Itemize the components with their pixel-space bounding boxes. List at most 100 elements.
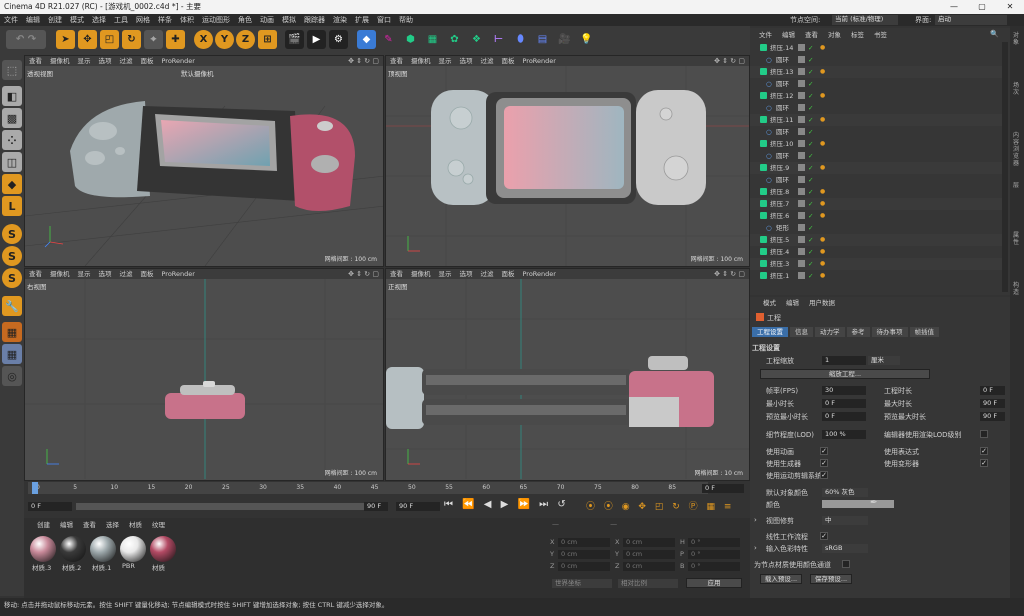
object-row[interactable]: 挤压.11 ✓ ● (750, 114, 1002, 126)
coord-field[interactable]: 0 ° (688, 550, 740, 559)
enabled-check-icon[interactable]: ✓ (808, 198, 813, 210)
maximize-button[interactable]: ▢ (968, 0, 996, 14)
coord-field[interactable]: 0 cm (623, 550, 675, 559)
pen-icon[interactable]: ✎ (379, 30, 398, 49)
model-mode-icon[interactable]: ◧ (2, 86, 22, 106)
grid-icon[interactable]: ◎ (2, 366, 22, 386)
coord-field[interactable]: 0 cm (623, 562, 675, 571)
coord-field[interactable]: 0 cm (558, 538, 610, 547)
timeline[interactable]: 051015202530354045505560657075808590 0 F… (24, 482, 748, 516)
lod-field[interactable]: 100 % (822, 430, 866, 439)
scale-icon[interactable]: ◰ (100, 30, 119, 49)
viewport-menu-item[interactable]: 摄像机 (407, 269, 435, 279)
menu-item[interactable]: 帮助 (395, 14, 417, 26)
playhead[interactable] (32, 482, 38, 494)
visibility-toggle-icon[interactable] (798, 164, 805, 171)
object-menu-item[interactable]: 对象 (823, 30, 846, 40)
coord-field[interactable]: 0 cm (558, 562, 610, 571)
attribute-tab[interactable]: 工程设置 (752, 327, 788, 337)
node-material-checkbox[interactable] (842, 560, 850, 568)
material-menu-item[interactable]: 编辑 (55, 520, 78, 530)
field-icon[interactable]: ⬮ (511, 30, 530, 49)
enabled-check-icon[interactable]: ✓ (808, 258, 813, 270)
enabled-check-icon[interactable]: ✓ (808, 114, 813, 126)
viewport-front[interactable]: 查看 摄像机 显示 选项 过滤 面板 ProRender ✥ ⇕ ↻ ▢ 正视图 网格间距 … (385, 268, 750, 481)
snap-settings-icon[interactable]: S (2, 246, 22, 266)
range-end-field[interactable]: 90 F (364, 502, 388, 511)
menu-item[interactable]: 窗口 (373, 14, 395, 26)
sidebar-tab[interactable]: 属性 (1013, 232, 1021, 246)
material-menu-item[interactable]: 创建 (32, 520, 55, 530)
menu-item[interactable]: 运动图形 (198, 14, 234, 26)
viewport-menu-item[interactable]: 面板 (498, 269, 519, 279)
tag-icon[interactable]: ● (820, 258, 825, 270)
tag-icon[interactable]: ● (820, 198, 825, 210)
viewport-menu-item[interactable]: 摄像机 (407, 56, 435, 66)
keyframe-tools[interactable]: ⦿ ⦿ ◉ ✥ ◰ ↻ Ⓟ ▦ ≡ (586, 499, 734, 512)
max-time-field[interactable]: 90 F (980, 399, 1005, 408)
node-space-select[interactable]: 当前 (标准/物理) (832, 15, 898, 25)
tag-icon[interactable]: ● (820, 210, 825, 222)
material-swatch[interactable] (30, 536, 56, 562)
workplane-icon[interactable]: ▦ (2, 322, 22, 342)
object-child-row[interactable]: ○ 圆环 ✓ (750, 174, 1002, 186)
menu-item[interactable]: 渲染 (329, 14, 351, 26)
object-child-row[interactable]: ○ 圆环 ✓ (750, 54, 1002, 66)
visibility-toggle-icon[interactable] (798, 128, 805, 135)
rotate-icon[interactable]: ↻ (122, 30, 141, 49)
coord-field[interactable]: 0 ° (688, 562, 740, 571)
visibility-toggle-icon[interactable] (798, 188, 805, 195)
viewport-menu-item[interactable]: 查看 (25, 56, 46, 66)
viewport-menu-item[interactable]: 面板 (498, 56, 519, 66)
viewport-menu-item[interactable]: 过滤 (116, 56, 137, 66)
fracture-icon[interactable]: ✿ (445, 30, 464, 49)
bend-deformer-icon[interactable]: ⊢ (489, 30, 508, 49)
tag-icon[interactable]: ● (820, 90, 825, 102)
object-menu-item[interactable]: 书签 (869, 30, 892, 40)
menu-item[interactable]: 模式 (66, 14, 88, 26)
use-expressions-checkbox[interactable]: ✓ (980, 447, 988, 455)
menu-item[interactable]: 模拟 (278, 14, 300, 26)
visibility-toggle-icon[interactable] (798, 92, 805, 99)
enabled-check-icon[interactable]: ✓ (808, 222, 813, 234)
enabled-check-icon[interactable]: ✓ (808, 90, 813, 102)
axis-mode-icon[interactable]: L (2, 196, 22, 216)
object-child-row[interactable]: ○ 圆环 ✓ (750, 126, 1002, 138)
visibility-toggle-icon[interactable] (798, 212, 805, 219)
enabled-check-icon[interactable]: ✓ (808, 174, 813, 186)
object-row[interactable]: 挤压.14 ✓ ● (750, 42, 1002, 54)
menu-item[interactable]: 工具 (110, 14, 132, 26)
viewport-menu-item[interactable]: 显示 (435, 56, 456, 66)
viewport-menu-item[interactable]: 摄像机 (46, 56, 74, 66)
scale-field[interactable]: 1 (822, 356, 866, 365)
enabled-check-icon[interactable]: ✓ (808, 66, 813, 78)
tag-icon[interactable]: ● (820, 114, 825, 126)
visibility-toggle-icon[interactable] (798, 80, 805, 87)
cube-icon[interactable]: ◆ (357, 30, 376, 49)
attribute-tab[interactable]: 帧插值 (909, 327, 939, 337)
frame-range-slider[interactable] (76, 503, 386, 510)
attribute-tab[interactable]: 待办事项 (871, 327, 908, 337)
start-frame-field[interactable]: 0 F (28, 502, 72, 511)
object-scrollbar[interactable] (1002, 42, 1008, 292)
viewport-menu-item[interactable]: 面板 (137, 56, 158, 66)
material-menu-item[interactable]: 查看 (78, 520, 101, 530)
close-button[interactable]: ✕ (996, 0, 1024, 14)
visibility-toggle-icon[interactable] (798, 248, 805, 255)
visibility-toggle-icon[interactable] (798, 224, 805, 231)
viewport-menu-item[interactable]: ProRender (158, 269, 199, 279)
render-lod-checkbox[interactable] (980, 430, 988, 438)
viewport-nav-icons[interactable]: ✥ ⇕ ↻ ▢ (714, 270, 745, 278)
render-view-icon[interactable]: 🎬 (285, 30, 304, 49)
eyedropper-icon[interactable]: ✒ (870, 498, 878, 508)
sidebar-tab[interactable]: 场次 (1013, 82, 1021, 96)
unit-select[interactable]: 厘米 (868, 356, 900, 365)
viewport-menu-item[interactable]: 选项 (95, 269, 116, 279)
texture-mode-icon[interactable]: ▩ (2, 108, 22, 128)
sidebar-tab[interactable]: 层 (1013, 182, 1021, 189)
material-menu-item[interactable]: 纹理 (147, 520, 170, 530)
enabled-check-icon[interactable]: ✓ (808, 102, 813, 114)
camera-icon[interactable]: 🎥 (555, 30, 574, 49)
x-axis-lock-icon[interactable]: X (194, 30, 213, 49)
object-row[interactable]: 挤压.7 ✓ ● (750, 198, 1002, 210)
